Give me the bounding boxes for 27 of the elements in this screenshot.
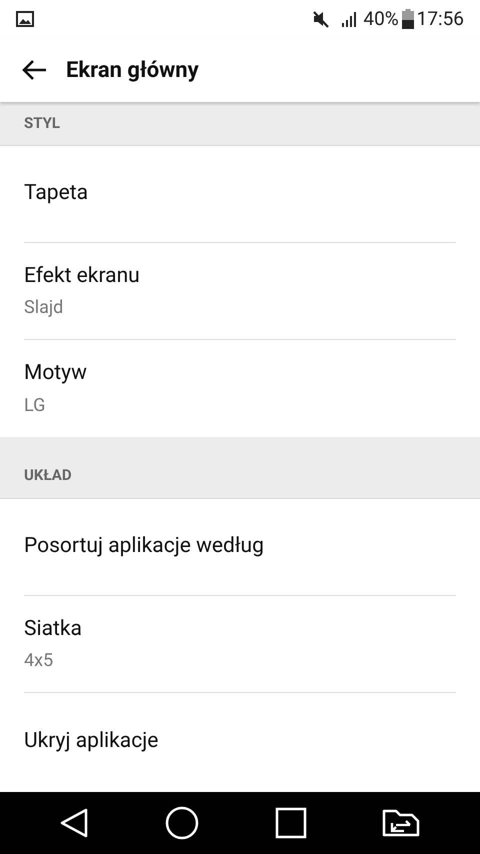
section-header: STYL bbox=[24, 113, 60, 134]
settings-item[interactable]: Motyw LG bbox=[24, 340, 456, 437]
picture-icon bbox=[16, 11, 34, 27]
item-summary: 4x5 bbox=[24, 649, 54, 674]
home-icon[interactable] bbox=[165, 806, 200, 840]
item-title: Siatka bbox=[24, 616, 83, 643]
screen-title: Ekran główny bbox=[66, 56, 199, 84]
recents-icon[interactable] bbox=[274, 807, 307, 839]
back-icon[interactable] bbox=[58, 807, 90, 839]
item-title: Efekt ekranu bbox=[24, 262, 141, 290]
item-title: Posortuj aplikacje według bbox=[24, 533, 265, 560]
battery-percent: 40% bbox=[363, 6, 399, 32]
item-title: Ukryj aplikacje bbox=[24, 728, 160, 755]
settings-item[interactable]: Efekt ekranu Slajd bbox=[24, 243, 456, 340]
section-header: UKŁAD bbox=[24, 465, 72, 486]
clock-time: 17:56 bbox=[416, 6, 464, 32]
mute-icon bbox=[311, 9, 332, 29]
item-summary: LG bbox=[24, 394, 46, 418]
item-title: Motyw bbox=[24, 360, 88, 388]
settings-item[interactable]: Ukryj aplikacje bbox=[24, 693, 456, 790]
settings-item[interactable]: Posortuj aplikacje według bbox=[24, 499, 456, 596]
dual-window-icon[interactable] bbox=[382, 809, 422, 837]
item-summary: Slajd bbox=[24, 296, 64, 320]
battery-icon bbox=[402, 9, 414, 29]
item-title: Tapeta bbox=[24, 180, 90, 208]
settings-item[interactable]: Tapeta bbox=[24, 146, 456, 243]
settings-item[interactable]: Siatka 4x5 bbox=[24, 596, 456, 693]
